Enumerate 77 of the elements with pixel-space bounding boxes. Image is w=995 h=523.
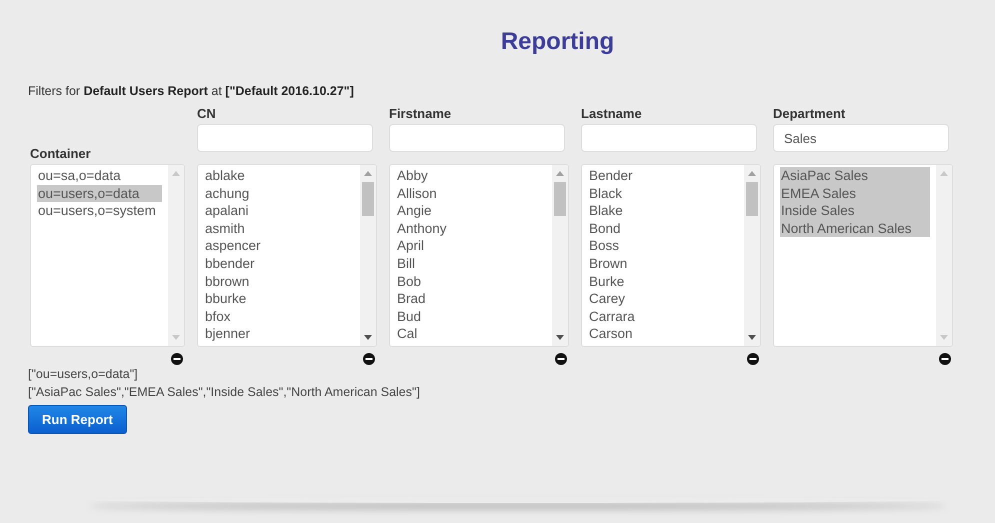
list-option[interactable]: Boss xyxy=(588,237,620,255)
scroll-up-icon[interactable] xyxy=(556,171,564,176)
list-option[interactable]: EMEA Sales xyxy=(780,184,930,202)
column-label: Department xyxy=(773,105,846,123)
list-option[interactable]: Angie xyxy=(396,202,433,220)
list-option[interactable]: asmith xyxy=(204,220,246,238)
list-box[interactable]: Abby Allison Angie Anthony April Bill Bob Brad Bud Cal xyxy=(389,164,569,347)
list-option[interactable]: Blake xyxy=(588,202,624,220)
filter-caption: Filters for Default Users Report at ["Default 2016.10.27"] xyxy=(28,84,355,98)
scroll-down-icon[interactable] xyxy=(556,335,564,340)
list-box[interactable]: ou=sa,o=data ou=users,o=data ou=users,o=system xyxy=(30,164,185,347)
selection-summary: ["ou=users,o=data"] xyxy=(28,366,139,383)
list-option[interactable]: bbrown xyxy=(204,272,250,290)
remove-icon[interactable] xyxy=(555,353,567,365)
scroll-up-icon[interactable] xyxy=(172,171,180,176)
filter-field[interactable] xyxy=(581,124,757,152)
list-option[interactable]: aspencer xyxy=(204,237,262,255)
list-option[interactable]: ablake xyxy=(204,167,246,185)
list-option[interactable]: Cal xyxy=(396,325,418,343)
scroll-down-icon[interactable] xyxy=(748,335,756,340)
list-option[interactable]: bburke xyxy=(204,290,248,308)
scrollbar[interactable] xyxy=(936,165,952,346)
list-option[interactable]: apalani xyxy=(204,202,250,220)
column-label: Container xyxy=(30,145,92,163)
scrollbar[interactable] xyxy=(168,165,184,346)
filter-field[interactable] xyxy=(197,124,373,152)
list-option[interactable]: bfox xyxy=(204,308,232,326)
selection-summary: ["AsiaPac Sales","EMEA Sales","Inside Sales","North American Sales"] xyxy=(28,384,421,401)
run-report-button[interactable]: Run Report xyxy=(28,405,127,434)
column-label: Lastname xyxy=(581,105,643,123)
scroll-down-icon[interactable] xyxy=(364,335,372,340)
list-option[interactable]: Allison xyxy=(396,184,438,202)
list-option[interactable]: Carson xyxy=(588,325,634,343)
list-option[interactable]: Bender xyxy=(588,167,634,185)
column-label: Firstname xyxy=(389,105,452,123)
list-option[interactable]: Abby xyxy=(396,167,429,185)
scroll-up-icon[interactable] xyxy=(940,171,948,176)
list-option[interactable]: Bill xyxy=(396,254,416,273)
list-option[interactable]: AsiaPac Sales xyxy=(780,167,930,185)
list-option[interactable]: Bond xyxy=(588,220,622,238)
list-option[interactable]: ou=users,o=system xyxy=(37,202,157,220)
scroll-thumb[interactable] xyxy=(746,182,758,216)
page-title: Reporting xyxy=(500,28,616,57)
list-option[interactable]: April xyxy=(396,237,426,255)
list-option[interactable]: achung xyxy=(204,184,250,202)
list-option[interactable]: ou=users,o=data xyxy=(37,184,162,202)
list-option[interactable]: Anthony xyxy=(396,220,448,238)
filter-field[interactable] xyxy=(389,124,565,152)
list-option[interactable]: Brad xyxy=(396,290,427,308)
scroll-up-icon[interactable] xyxy=(748,171,756,176)
scrollbar[interactable] xyxy=(744,165,760,346)
scrollbar[interactable] xyxy=(360,165,376,346)
list-option[interactable]: Carrara xyxy=(588,308,636,326)
list-option[interactable]: Brown xyxy=(588,254,628,273)
remove-icon[interactable] xyxy=(363,353,375,365)
list-option[interactable]: ou=sa,o=data xyxy=(37,167,122,185)
scroll-thumb[interactable] xyxy=(554,182,566,216)
list-option[interactable]: Carey xyxy=(588,290,626,308)
remove-icon[interactable] xyxy=(747,353,759,365)
column-label: CN xyxy=(197,105,217,123)
list-option[interactable]: Inside Sales xyxy=(780,202,930,220)
list-option[interactable]: Bud xyxy=(396,308,422,326)
list-box[interactable]: AsiaPac Sales EMEA Sales Inside Sales North American Sales xyxy=(773,164,953,347)
scroll-up-icon[interactable] xyxy=(364,171,372,176)
list-box[interactable]: Bender Black Blake Bond Boss Brown Burke Carey Carrara Carson xyxy=(581,164,761,347)
filter-field[interactable]: Sales xyxy=(773,124,949,152)
list-option[interactable]: bjenner xyxy=(204,325,252,343)
list-option[interactable]: Black xyxy=(588,184,624,202)
list-box[interactable]: ablake achung apalani asmith aspencer bbender bbrown bburke bfox bjenner xyxy=(197,164,377,347)
scroll-thumb[interactable] xyxy=(362,182,374,216)
list-option[interactable]: bbender xyxy=(204,254,256,273)
list-option[interactable]: Burke xyxy=(588,272,626,290)
scrollbar[interactable] xyxy=(552,165,568,346)
list-option[interactable]: Bob xyxy=(396,272,422,290)
list-option[interactable]: North American Sales xyxy=(780,220,930,238)
remove-icon[interactable] xyxy=(939,353,951,365)
remove-icon[interactable] xyxy=(171,353,183,365)
